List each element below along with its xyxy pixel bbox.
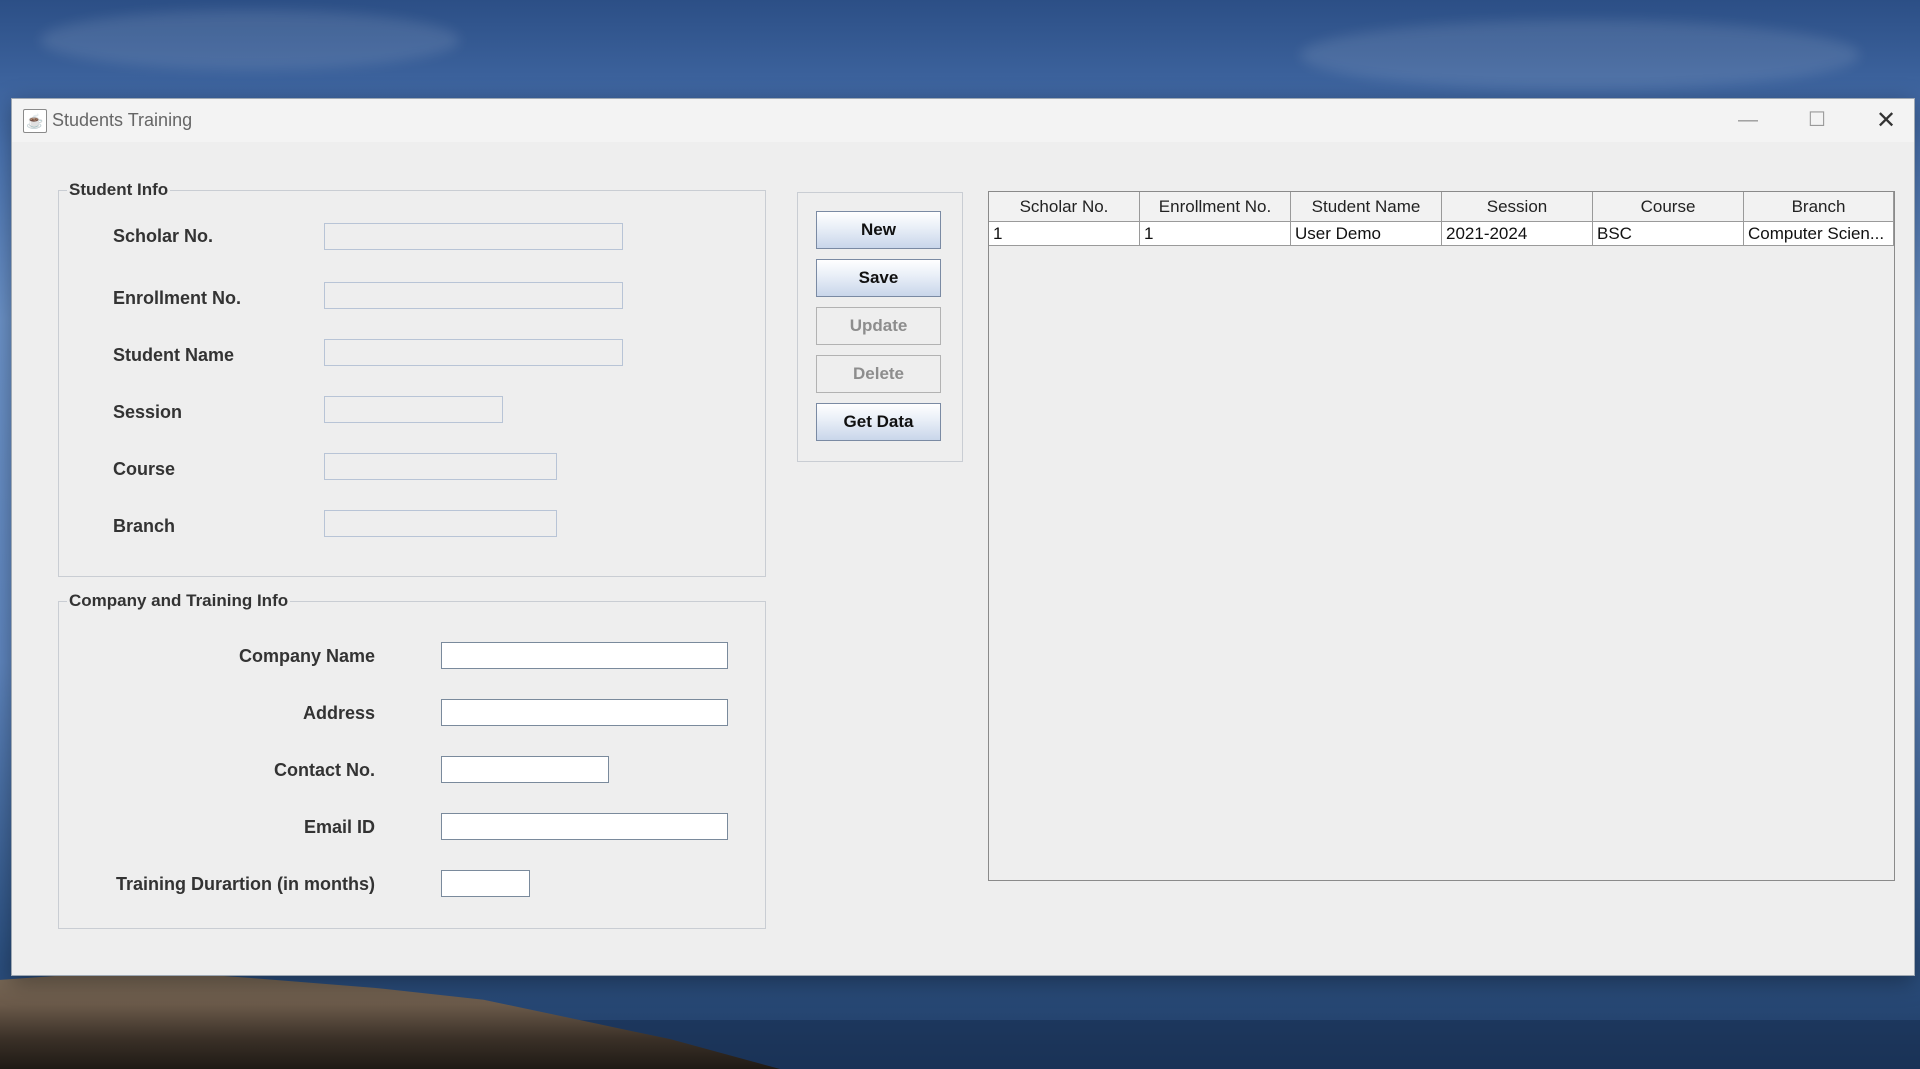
company-info-title: Company and Training Info [67, 591, 291, 611]
java-app-icon: ☕ [23, 109, 47, 133]
table-header: Scholar No. Enrollment No. Student Name … [989, 192, 1894, 222]
scholar-no-label: Scholar No. [113, 226, 214, 246]
student-info-title: Student Info [67, 180, 171, 200]
student-name-input[interactable] [324, 339, 623, 366]
contact-no-label: Contact No. [274, 760, 375, 780]
email-id-label: Email ID [303, 817, 375, 837]
get-data-button[interactable]: Get Data [816, 403, 941, 441]
course-input[interactable] [324, 453, 557, 480]
session-label: Session [113, 402, 183, 422]
minimize-button[interactable]: — [1714, 99, 1782, 142]
course-label: Course [113, 459, 176, 479]
table-cell[interactable]: 1 [1140, 222, 1291, 246]
training-duration-input[interactable] [441, 870, 530, 897]
contact-no-input[interactable] [441, 756, 609, 783]
new-button[interactable]: New [816, 211, 941, 249]
delete-button[interactable]: Delete [816, 355, 941, 393]
enrollment-no-input[interactable] [324, 282, 623, 309]
background-cloud [40, 10, 460, 70]
table-cell[interactable]: BSC [1593, 222, 1744, 246]
scholar-no-input[interactable] [324, 223, 623, 250]
background-cloud [1300, 20, 1860, 90]
maximize-button[interactable]: ☐ [1783, 99, 1851, 142]
column-header-course[interactable]: Course [1593, 192, 1744, 222]
column-header-session[interactable]: Session [1442, 192, 1593, 222]
branch-label: Branch [113, 516, 176, 536]
address-input[interactable] [441, 699, 728, 726]
company-info-panel: Company and Training Info Company Name A… [58, 591, 766, 929]
address-label: Address [302, 703, 375, 723]
column-header-branch[interactable]: Branch [1744, 192, 1894, 222]
student-info-panel: Student Info Scholar No. Enrollment No. … [58, 180, 766, 577]
table-cell[interactable]: Computer Scien... [1744, 222, 1894, 246]
student-name-label: Student Name [113, 345, 235, 365]
column-header-scholar-no[interactable]: Scholar No. [989, 192, 1140, 222]
company-name-input[interactable] [441, 642, 728, 669]
company-name-label: Company Name [238, 646, 375, 666]
table-cell[interactable]: 2021-2024 [1442, 222, 1593, 246]
update-button[interactable]: Update [816, 307, 941, 345]
table-row[interactable]: 1 1 User Demo 2021-2024 BSC Computer Sci… [989, 222, 1894, 246]
save-button[interactable]: Save [816, 259, 941, 297]
students-table[interactable]: Scholar No. Enrollment No. Student Name … [988, 191, 1895, 881]
window-title: Students Training [52, 110, 193, 130]
column-header-enrollment-no[interactable]: Enrollment No. [1140, 192, 1291, 222]
enrollment-no-label: Enrollment No. [113, 288, 242, 308]
table-cell[interactable]: 1 [989, 222, 1140, 246]
branch-input[interactable] [324, 510, 557, 537]
table-cell[interactable]: User Demo [1291, 222, 1442, 246]
training-duration-label: Training Durartion (in months) [116, 874, 375, 894]
email-id-input[interactable] [441, 813, 728, 840]
column-header-student-name[interactable]: Student Name [1291, 192, 1442, 222]
session-input[interactable] [324, 396, 503, 423]
close-button[interactable]: ✕ [1852, 99, 1920, 142]
title-bar[interactable]: ☕ Students Training — ☐ ✕ [12, 99, 1914, 142]
